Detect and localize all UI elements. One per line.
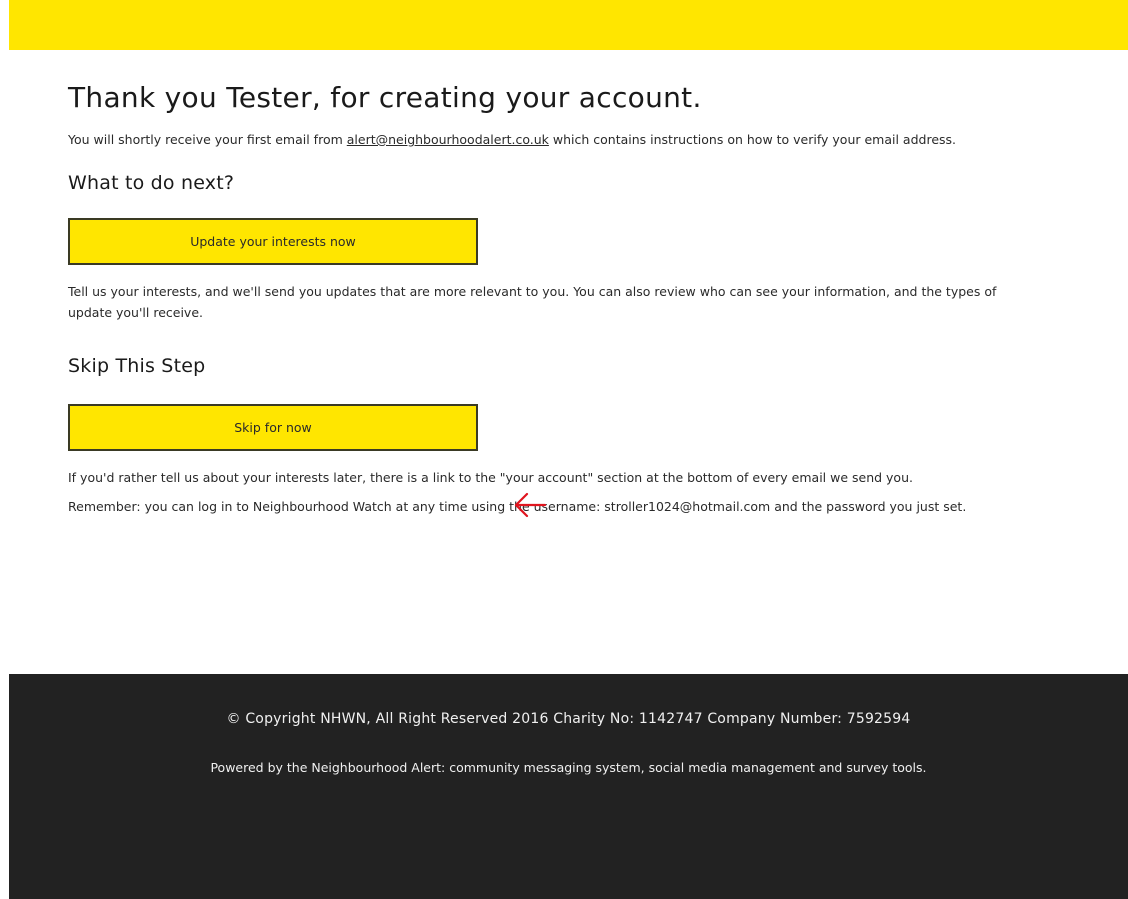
arrow-left-icon xyxy=(514,492,547,518)
footer-copyright: © Copyright NHWN, All Right Reserved 201… xyxy=(226,711,911,727)
skip-description: If you'd rather tell us about your inter… xyxy=(68,470,913,485)
skip-for-now-button[interactable]: Skip for now xyxy=(68,404,478,451)
update-interests-button[interactable]: Update your interests now xyxy=(68,218,478,265)
intro-text-start: You will shortly receive your first emai… xyxy=(68,132,347,147)
intro-text-end: which contains instructions on how to ve… xyxy=(548,132,957,147)
footer-powered-by: Powered by the Neighbourhood Alert: comm… xyxy=(210,760,927,775)
update-interests-description: Tell us your interests, and we'll send y… xyxy=(68,284,997,320)
skip-step-heading: Skip This Step xyxy=(68,355,206,377)
page-footer: © Copyright NHWN, All Right Reserved 201… xyxy=(9,674,1128,899)
page-title: Thank you Tester, for creating your acco… xyxy=(68,81,702,114)
intro-text: You will shortly receive your first emai… xyxy=(68,129,1008,150)
alert-email-link[interactable]: alert@neighbourhoodalert.co.uk xyxy=(347,132,549,147)
next-steps-heading: What to do next? xyxy=(68,172,235,194)
main-content: Thank you Tester, for creating your acco… xyxy=(68,80,1068,517)
top-brand-bar xyxy=(9,0,1128,50)
